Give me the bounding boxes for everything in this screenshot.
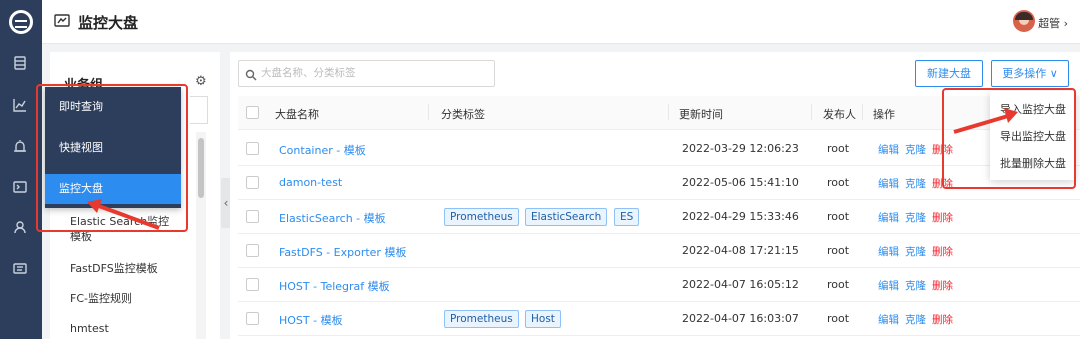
- avatar[interactable]: [1013, 10, 1035, 32]
- column-header[interactable]: 分类标签: [441, 106, 485, 122]
- more-actions-button[interactable]: 更多操作 ∨: [991, 60, 1069, 87]
- group-item[interactable]: FC-监控规则: [70, 291, 132, 306]
- edit-link[interactable]: 编辑: [878, 176, 899, 191]
- dashboard-name-link[interactable]: HOST - Telegraf 模板: [279, 278, 390, 294]
- terminal-icon[interactable]: [13, 180, 27, 194]
- dashboard-name-link[interactable]: FastDFS - Exporter 模板: [279, 244, 406, 260]
- search-input[interactable]: 大盘名称、分类标签: [238, 60, 495, 87]
- dashboard-name-link[interactable]: HOST - 模板: [279, 312, 343, 328]
- search-icon: [245, 66, 257, 81]
- username[interactable]: 超管 ›: [1038, 15, 1068, 31]
- user-icon[interactable]: [13, 220, 27, 234]
- category-tag[interactable]: Prometheus: [444, 310, 519, 328]
- annotation-box-dropdown: [942, 88, 1076, 189]
- alarm-icon[interactable]: [13, 139, 27, 153]
- annotation-arrow-nav: [87, 199, 160, 230]
- updated-time: 2022-05-06 15:41:10: [682, 176, 799, 189]
- updated-time: 2022-03-29 12:06:23: [682, 142, 799, 155]
- dashboard-name-link[interactable]: ElasticSearch - 模板: [279, 210, 386, 226]
- table-row[interactable]: HOST - Telegraf 模板 2022-04-07 16:05:12 r…: [238, 268, 1080, 302]
- dashboard-name-link[interactable]: Container - 模板: [279, 142, 366, 158]
- edit-link[interactable]: 编辑: [878, 142, 899, 157]
- updated-time: 2022-04-29 15:33:46: [682, 210, 799, 223]
- select-all-checkbox[interactable]: [246, 106, 259, 119]
- table-row[interactable]: ElasticSearch - 模板 Prometheus ElasticSea…: [238, 200, 1080, 234]
- updated-time: 2022-04-07 16:05:12: [682, 278, 799, 291]
- publisher: root: [827, 176, 850, 189]
- chart-icon[interactable]: [13, 98, 27, 112]
- edit-link[interactable]: 编辑: [878, 312, 899, 327]
- row-checkbox[interactable]: [246, 142, 259, 155]
- edit-link[interactable]: 编辑: [878, 210, 899, 225]
- delete-link[interactable]: 删除: [932, 278, 953, 293]
- column-divider: [862, 104, 863, 120]
- gear-icon[interactable]: ⚙: [195, 74, 207, 89]
- publisher: root: [827, 142, 850, 155]
- row-checkbox[interactable]: [246, 176, 259, 189]
- publisher: root: [827, 312, 850, 325]
- column-divider: [811, 104, 812, 120]
- clone-link[interactable]: 克隆: [905, 142, 926, 157]
- chevron-down-icon: ∨: [1049, 67, 1058, 80]
- edit-link[interactable]: 编辑: [878, 278, 899, 293]
- updated-time: 2022-04-08 17:21:15: [682, 244, 799, 257]
- publisher: root: [827, 244, 850, 257]
- row-checkbox[interactable]: [246, 278, 259, 291]
- chevron-down-icon: ›: [1063, 17, 1068, 30]
- delete-link[interactable]: 删除: [932, 312, 953, 327]
- dashboard-icon[interactable]: [13, 56, 27, 70]
- category-tag[interactable]: Host: [525, 310, 561, 328]
- group-item[interactable]: hmtest: [70, 321, 109, 336]
- group-search-input[interactable]: [190, 96, 208, 124]
- edit-link[interactable]: 编辑: [878, 244, 899, 259]
- column-header[interactable]: 大盘名称: [275, 106, 319, 122]
- clone-link[interactable]: 克隆: [905, 176, 926, 191]
- column-divider: [668, 104, 669, 120]
- dashboard-name-link[interactable]: damon-test: [279, 176, 342, 189]
- category-tag[interactable]: ES: [614, 208, 640, 226]
- clone-link[interactable]: 克隆: [905, 244, 926, 259]
- dashboard-title-icon: [54, 14, 70, 28]
- publisher: root: [827, 278, 850, 291]
- category-tag[interactable]: ElasticSearch: [525, 208, 608, 226]
- message-icon[interactable]: [13, 262, 27, 276]
- username-label: 超管: [1038, 17, 1061, 30]
- updated-time: 2022-04-07 16:03:07: [682, 312, 799, 325]
- annotation-arrow-dropdown: [953, 108, 1018, 134]
- row-checkbox[interactable]: [246, 210, 259, 223]
- column-divider: [428, 104, 429, 120]
- group-scrollbar-thumb[interactable]: [198, 138, 204, 198]
- delete-link[interactable]: 删除: [932, 210, 953, 225]
- row-checkbox[interactable]: [246, 312, 259, 325]
- category-tag[interactable]: Prometheus: [444, 208, 519, 226]
- clone-link[interactable]: 克隆: [905, 210, 926, 225]
- column-header[interactable]: 更新时间: [679, 106, 723, 122]
- search-placeholder: 大盘名称、分类标签: [261, 67, 356, 79]
- group-item[interactable]: FastDFS监控模板: [70, 261, 158, 276]
- clone-link[interactable]: 克隆: [905, 312, 926, 327]
- delete-link[interactable]: 删除: [932, 244, 953, 259]
- publisher: root: [827, 210, 850, 223]
- more-actions-label: 更多操作: [1002, 67, 1047, 80]
- column-header[interactable]: 发布人: [823, 106, 856, 122]
- table-row[interactable]: HOST - 模板 Prometheus Host 2022-04-07 16:…: [238, 302, 1080, 336]
- table-row[interactable]: FastDFS - Exporter 模板 2022-04-08 17:21:1…: [238, 234, 1080, 268]
- column-header[interactable]: 操作: [873, 106, 895, 122]
- top-header: 监控大盘 超管 ›: [42, 0, 1080, 44]
- clone-link[interactable]: 克隆: [905, 278, 926, 293]
- new-dashboard-button[interactable]: 新建大盘: [915, 60, 983, 87]
- row-checkbox[interactable]: [246, 244, 259, 257]
- logo-icon[interactable]: [9, 10, 33, 34]
- page-title: 监控大盘: [78, 14, 139, 32]
